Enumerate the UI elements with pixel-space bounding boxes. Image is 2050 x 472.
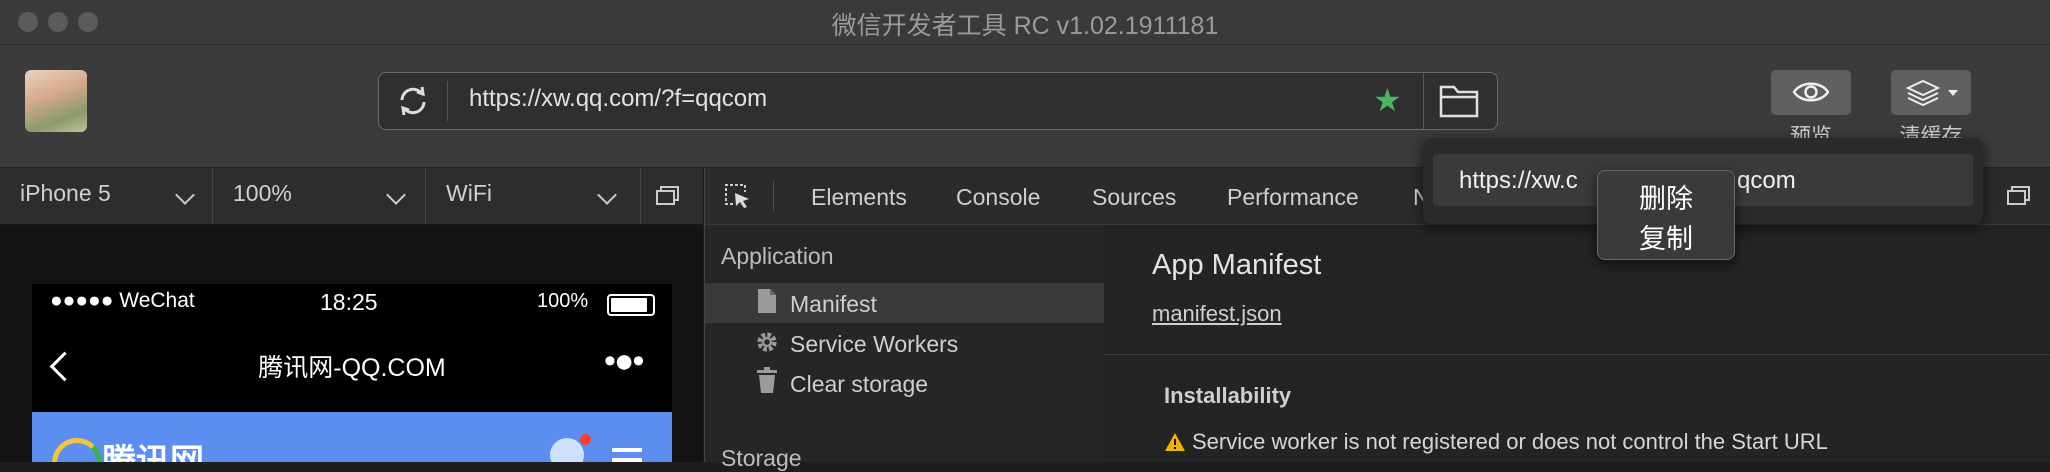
installability-heading: Installability	[1164, 383, 1292, 408]
file-icon	[758, 289, 776, 313]
url-history-text-start: https://xw.c	[1459, 167, 1578, 194]
warning-icon	[1165, 433, 1185, 451]
copy-menu-item[interactable]: 复制	[1598, 217, 1734, 256]
chevron-down-icon	[597, 185, 617, 205]
sidebar-item-service-workers[interactable]: Service Workers	[790, 331, 958, 358]
zoom-value: 100%	[233, 180, 292, 206]
status-battery-text: 100%	[537, 290, 589, 312]
delete-menu-item[interactable]: 删除	[1598, 177, 1734, 216]
site-header: 腾讯网	[32, 412, 672, 462]
network-select[interactable]: WiFi	[426, 168, 641, 224]
sidebar-heading-storage: Storage	[721, 445, 802, 471]
battery-icon	[607, 294, 655, 316]
status-carrier: ●●●●● WeChat	[50, 289, 195, 312]
section-divider	[1104, 354, 2050, 355]
chevron-down-icon	[386, 185, 406, 205]
site-logo-text: 腾讯网	[102, 443, 204, 462]
page-nav-title: 腾讯网-QQ.COM	[258, 354, 446, 382]
trash-icon	[757, 367, 777, 393]
tab-console[interactable]: Console	[956, 184, 1040, 211]
eye-icon	[1792, 82, 1830, 102]
url-bar[interactable]: https://xw.qq.com/?f=qqcom ★	[378, 72, 1498, 130]
refresh-icon[interactable]	[395, 83, 431, 119]
layers-icon	[1905, 79, 1941, 107]
tab-performance[interactable]: Performance	[1227, 184, 1359, 211]
tab-sources[interactable]: Sources	[1092, 184, 1176, 211]
tab-divider	[773, 180, 774, 212]
more-icon[interactable]: •●•	[604, 342, 644, 381]
status-time: 18:25	[320, 289, 378, 315]
simulator-panel: ●●●●● WeChat 18:25 100% 腾讯网-QQ.COM •●• 腾…	[0, 225, 703, 462]
chevron-down-icon	[175, 185, 195, 205]
device-bar: iPhone 5 100% WiFi	[0, 168, 703, 225]
menu-icon[interactable]	[612, 448, 642, 452]
caret-down-icon	[1948, 90, 1958, 96]
window-title-bar: 微信开发者工具 RC v1.02.1911181	[0, 0, 2050, 45]
device-select[interactable]: iPhone 5	[0, 168, 213, 224]
gear-icon	[757, 332, 777, 352]
application-sidebar: Application Manifest Service Workers Cle…	[704, 225, 1105, 471]
zoom-select[interactable]: 100%	[213, 168, 426, 224]
sidebar-item-clear-storage[interactable]: Clear storage	[790, 371, 928, 398]
url-divider	[1423, 73, 1424, 129]
url-divider	[447, 81, 448, 121]
manifest-link[interactable]: manifest.json	[1152, 301, 1282, 327]
manifest-panel: App Manifest manifest.json Installabilit…	[1104, 225, 2050, 462]
qq-logo-icon	[52, 438, 102, 462]
device-value: iPhone 5	[20, 180, 111, 206]
sidebar-heading: Application	[721, 243, 834, 269]
dock-side-icon[interactable]	[2007, 186, 2031, 206]
tab-elements[interactable]: Elements	[811, 184, 907, 211]
warning-text: Service worker is not registered or does…	[1192, 429, 1828, 454]
panel-title: App Manifest	[1152, 249, 1322, 281]
user-avatar[interactable]	[25, 70, 87, 132]
folder-icon[interactable]	[1439, 83, 1479, 119]
popout-icon[interactable]	[656, 186, 680, 206]
url-text[interactable]: https://xw.qq.com/?f=qqcom	[469, 85, 767, 113]
clear-cache-button[interactable]	[1891, 70, 1971, 115]
star-icon[interactable]: ★	[1373, 83, 1402, 117]
sidebar-item-label: Manifest	[790, 291, 877, 317]
inspect-element-icon[interactable]	[723, 182, 751, 208]
network-value: WiFi	[446, 180, 492, 206]
preview-button[interactable]	[1771, 70, 1851, 115]
context-menu: 删除 复制	[1597, 170, 1735, 260]
notification-dot	[580, 434, 591, 445]
user-icon[interactable]	[550, 438, 584, 462]
window-title: 微信开发者工具 RC v1.02.1911181	[831, 12, 1219, 40]
url-history-text-end: qcom	[1737, 167, 1796, 194]
phone-screen[interactable]: ●●●●● WeChat 18:25 100% 腾讯网-QQ.COM •●• 腾…	[32, 284, 672, 462]
